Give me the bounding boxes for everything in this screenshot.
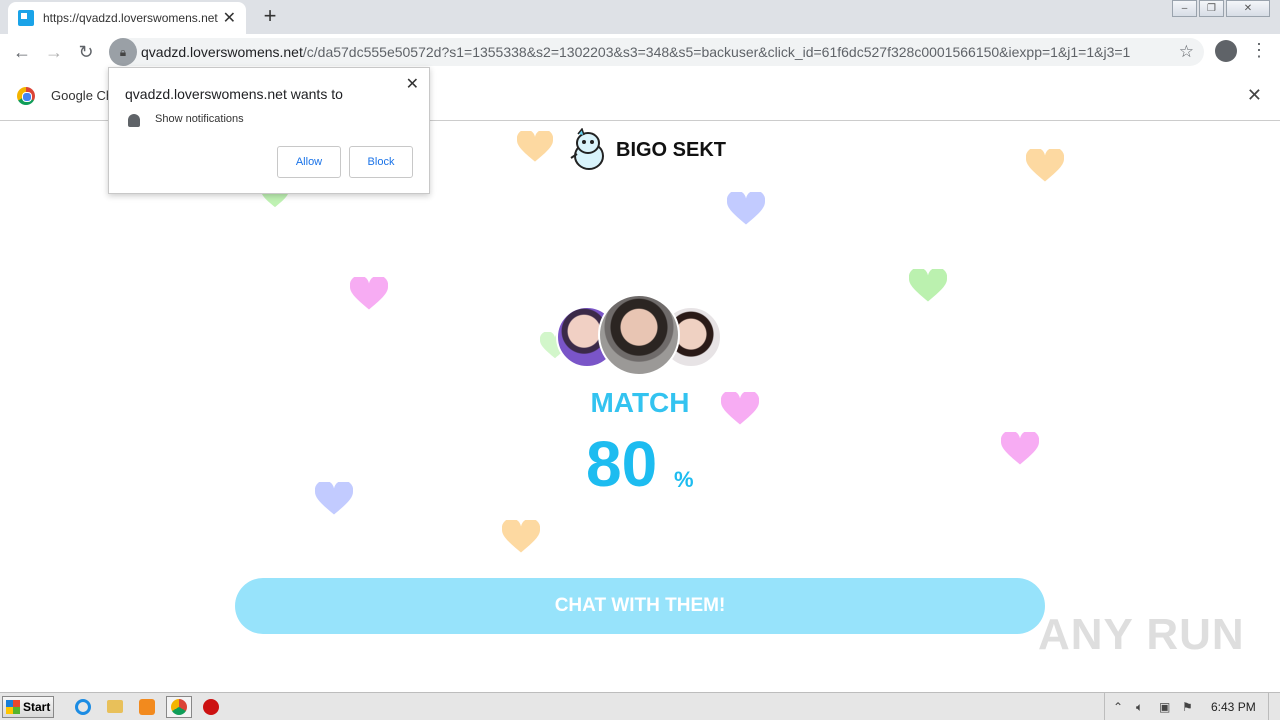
chrome-logo-icon (17, 87, 35, 105)
volume-icon[interactable]: 🔈︎ (1136, 700, 1150, 714)
match-percentage: 80 (586, 428, 658, 500)
windows-taskbar: Start ⌃ 🔈︎ ▣ ⚑ 6:43 PM (0, 692, 1280, 720)
restore-button[interactable]: ❐ (1199, 0, 1224, 17)
popup-title: qvadzd.loverswomens.net wants to (125, 86, 343, 102)
browser-toolbar: ← → ↻ 🔒︎ qvadzd.loverswomens.net/c/da57d… (0, 34, 1280, 71)
chat-with-them-button[interactable]: CHAT WITH THEM! (235, 578, 1045, 634)
close-window-button[interactable]: ✕ (1226, 0, 1270, 17)
browser-tab[interactable]: https://qvadzd.loverswomens.net/c/ ✕ (8, 2, 246, 34)
reload-icon[interactable]: ↻ (70, 37, 102, 69)
start-label: Start (23, 699, 51, 714)
avatar (598, 294, 680, 376)
tab-close-icon[interactable]: ✕ (223, 8, 236, 28)
brand-mascot-icon (570, 128, 604, 170)
heart-icon (909, 269, 947, 302)
menu-kebab-icon[interactable]: ⋮ (1250, 40, 1268, 61)
tab-strip: https://qvadzd.loverswomens.net/c/ ✕ + ‒… (0, 0, 1280, 34)
notification-permission-popup: qvadzd.loverswomens.net wants to ✕ Show … (108, 67, 430, 194)
heart-icon (350, 277, 388, 310)
heart-icon (517, 131, 553, 162)
bell-icon (128, 114, 140, 127)
internet-explorer-icon[interactable] (70, 696, 96, 718)
windows-logo-icon (6, 699, 20, 714)
brand-name: BIGO SEKT (616, 138, 727, 161)
bookmark-star-icon[interactable]: ☆ (1179, 42, 1194, 62)
heart-icon (502, 520, 540, 553)
tray-expand-icon[interactable]: ⌃ (1113, 700, 1127, 714)
red-app-icon[interactable] (198, 696, 224, 718)
system-tray: ⌃ 🔈︎ ▣ ⚑ 6:43 PM (1104, 693, 1280, 720)
forward-arrow-icon[interactable]: → (38, 37, 70, 69)
heart-icon (727, 192, 765, 225)
popup-close-icon[interactable]: ✕ (406, 74, 419, 94)
info-bar-close-icon[interactable]: ✕ (1247, 85, 1262, 106)
back-arrow-icon[interactable]: ← (6, 37, 38, 69)
tab-title: https://qvadzd.loverswomens.net/c/ (43, 11, 218, 25)
profile-avatars (556, 294, 726, 376)
new-tab-button[interactable]: + (258, 4, 282, 28)
address-bar[interactable]: 🔒︎ qvadzd.loverswomens.net/c/da57dc555e5… (109, 38, 1204, 66)
heart-icon (315, 482, 353, 515)
info-bar-text: Google Ch (51, 88, 114, 103)
allow-button[interactable]: Allow (277, 146, 341, 178)
url-path: /c/da57dc555e50572d?s1=1355338&s2=130220… (302, 44, 1131, 60)
site-favicon-icon (18, 10, 34, 26)
block-button[interactable]: Block (349, 146, 413, 178)
show-desktop-button[interactable] (1268, 693, 1280, 720)
chrome-taskbar-icon[interactable] (166, 695, 192, 718)
heart-icon (1026, 149, 1064, 182)
match-label: MATCH (590, 387, 690, 418)
start-button[interactable]: Start (2, 695, 54, 718)
anyrun-watermark: ANY RUN (1038, 610, 1245, 659)
account-avatar-icon[interactable] (1215, 40, 1237, 62)
url-host: qvadzd.loverswomens.net (141, 44, 303, 60)
media-player-icon[interactable] (134, 696, 160, 718)
network-icon[interactable]: ▣ (1159, 700, 1173, 714)
url-text[interactable]: qvadzd.loverswomens.net/c/da57dc555e5057… (141, 44, 1161, 60)
brand-header: BIGO SEKT (568, 128, 726, 172)
percent-sign: % (674, 467, 694, 492)
heart-icon (1001, 432, 1039, 465)
popup-permission-text: Show notifications (155, 113, 244, 125)
page-content: BIGO SEKT MATCH 80 % CHAT WITH THEM! ANY… (0, 122, 1280, 692)
clock[interactable]: 6:43 PM (1211, 700, 1256, 714)
window-controls: ‒ ❐ ✕ (1170, 0, 1270, 17)
action-center-flag-icon[interactable]: ⚑ (1182, 700, 1196, 714)
lock-icon[interactable]: 🔒︎ (109, 38, 137, 66)
file-explorer-icon[interactable] (102, 696, 128, 718)
minimize-button[interactable]: ‒ (1172, 0, 1197, 17)
